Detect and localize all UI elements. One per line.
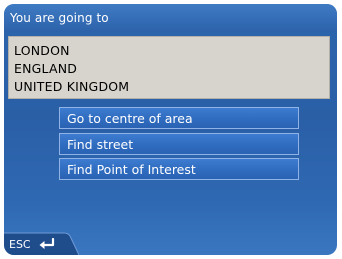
destination-region: ENGLAND: [14, 61, 78, 76]
find-street-button[interactable]: Find street: [59, 133, 299, 155]
find-point-of-interest-label: Find Point of Interest: [67, 162, 196, 177]
find-street-label: Find street: [67, 137, 134, 152]
page-title: You are going to: [10, 11, 109, 25]
esc-button[interactable]: ESC: [4, 230, 79, 255]
destination-city: LONDON: [14, 43, 70, 58]
navigation-screen: You are going to LONDON ENGLAND UNITED K…: [4, 4, 337, 255]
destination-box: LONDON ENGLAND UNITED KINGDOM: [8, 36, 330, 99]
destination-country: UNITED KINGDOM: [14, 79, 130, 94]
find-point-of-interest-button[interactable]: Find Point of Interest: [59, 158, 299, 180]
go-to-centre-of-area-label: Go to centre of area: [67, 111, 193, 126]
esc-label: ESC: [9, 238, 31, 251]
enter-arrow-icon: [39, 238, 55, 249]
go-to-centre-of-area-button[interactable]: Go to centre of area: [59, 107, 299, 129]
header-bar: You are going to: [4, 4, 337, 32]
